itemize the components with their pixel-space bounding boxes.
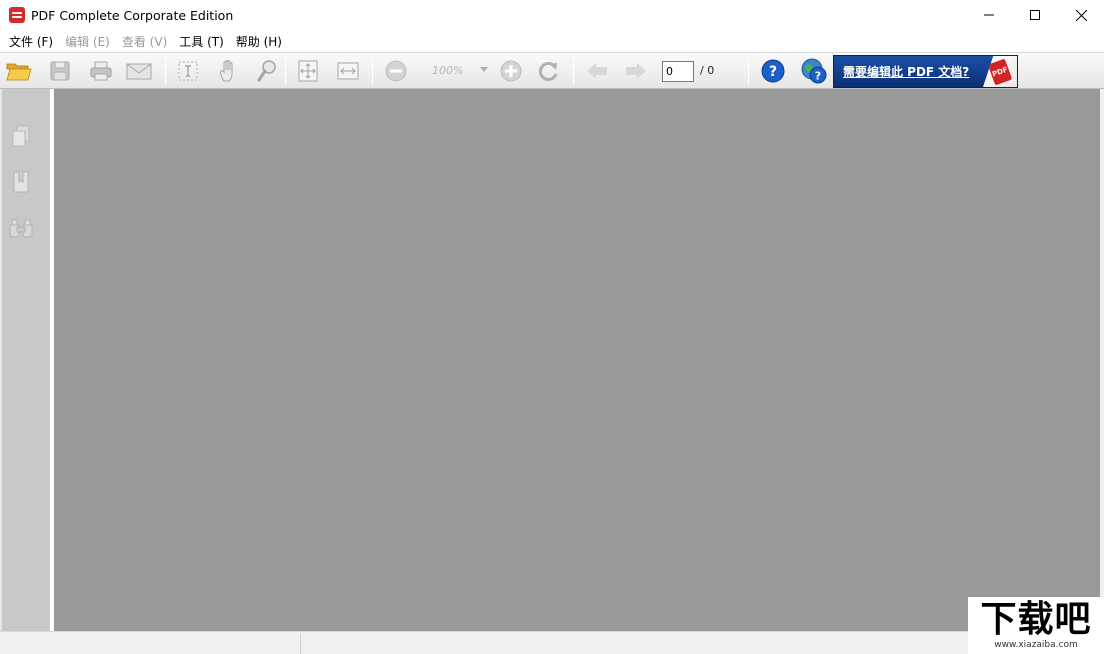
open-folder-icon [6, 63, 32, 81]
previous-page-button[interactable] [583, 57, 611, 85]
toolbar-separator [573, 58, 574, 85]
maximize-icon [1030, 10, 1040, 20]
app-icon [9, 7, 25, 23]
title-bar: PDF Complete Corporate Edition [0, 0, 1104, 30]
search-panel-button[interactable] [8, 216, 34, 242]
chevron-down-icon [480, 67, 488, 72]
help-icon: ? [761, 59, 785, 83]
next-page-button[interactable] [622, 57, 650, 85]
minimize-icon [984, 14, 994, 16]
bookmarks-panel-button[interactable] [8, 169, 34, 195]
zoom-tool-button[interactable] [253, 57, 281, 85]
svg-text:?: ? [815, 70, 821, 83]
print-icon [90, 61, 112, 81]
help-button[interactable]: ? [759, 57, 787, 85]
fit-page-icon [298, 60, 318, 82]
window-controls [966, 0, 1104, 30]
watermark-url: www.xiazaiba.com [994, 640, 1078, 650]
close-button[interactable] [1058, 0, 1104, 30]
select-text-button[interactable] [174, 57, 202, 85]
open-button[interactable] [5, 57, 33, 85]
close-icon [1075, 9, 1087, 21]
toolbar-separator [165, 58, 166, 85]
edit-pdf-banner[interactable]: 需要编辑此 PDF 文档? PDF [833, 55, 1018, 88]
menu-help[interactable]: 帮助 (H) [230, 33, 288, 50]
status-divider [300, 634, 301, 654]
pages-panel-icon [12, 125, 30, 147]
zoom-level[interactable]: 100% [432, 64, 463, 77]
zoom-out-icon [385, 60, 407, 82]
toolbar: 100% / 0 ? [0, 52, 1104, 89]
email-button[interactable] [125, 57, 153, 85]
status-bar [0, 631, 1104, 654]
toolbar-separator [372, 58, 373, 85]
fit-page-button[interactable] [294, 57, 322, 85]
pdf-badge: PDF [983, 56, 1017, 87]
previous-page-icon [587, 63, 607, 79]
hand-tool-button[interactable] [215, 57, 243, 85]
watermark-main: 下载吧 [980, 599, 1092, 640]
hand-tool-icon [220, 59, 233, 82]
pdf-badge-icon: PDF [987, 58, 1013, 85]
print-button[interactable] [87, 57, 115, 85]
zoom-out-button[interactable] [382, 57, 410, 85]
rotate-icon [538, 62, 558, 81]
watermark-logo: 下载吧 www.xiazaiba.com [968, 597, 1104, 654]
menu-file[interactable]: 文件 (F) [3, 33, 59, 50]
menu-tools[interactable]: 工具 (T) [173, 33, 230, 50]
document-view[interactable] [54, 89, 1100, 631]
banner-text: 需要编辑此 PDF 文档? [843, 65, 970, 79]
web-help-button[interactable]: ? [800, 57, 828, 85]
maximize-button[interactable] [1012, 0, 1058, 30]
save-icon [50, 61, 70, 81]
window-border [1100, 89, 1104, 631]
save-button[interactable] [46, 57, 74, 85]
zoom-in-icon [500, 60, 522, 82]
fit-width-button[interactable] [334, 57, 362, 85]
menu-bar: 文件 (F) 编辑 (E) 查看 (V) 工具 (T) 帮助 (H) [0, 30, 1104, 52]
rotate-button[interactable] [535, 57, 563, 85]
page-number-input[interactable] [662, 61, 694, 82]
next-page-icon [626, 63, 646, 79]
email-icon [126, 63, 152, 80]
toolbar-separator [285, 58, 286, 85]
zoom-dropdown[interactable] [478, 62, 490, 78]
window-title: PDF Complete Corporate Edition [31, 7, 234, 23]
pages-panel-button[interactable] [8, 123, 34, 149]
minimize-button[interactable] [966, 0, 1012, 30]
svg-text:?: ? [769, 64, 777, 80]
bookmarks-panel-icon [13, 171, 29, 193]
menu-view[interactable]: 查看 (V) [116, 33, 173, 50]
menu-edit[interactable]: 编辑 (E) [59, 33, 116, 50]
page-total: / 0 [700, 64, 715, 77]
toolbar-separator [748, 58, 749, 85]
search-panel-icon [9, 219, 33, 238]
select-text-icon [178, 61, 198, 81]
fit-width-icon [337, 62, 359, 80]
side-panel [0, 89, 52, 631]
zoom-in-button[interactable] [497, 57, 525, 85]
web-help-icon: ? [801, 58, 827, 84]
zoom-tool-icon [257, 60, 276, 82]
